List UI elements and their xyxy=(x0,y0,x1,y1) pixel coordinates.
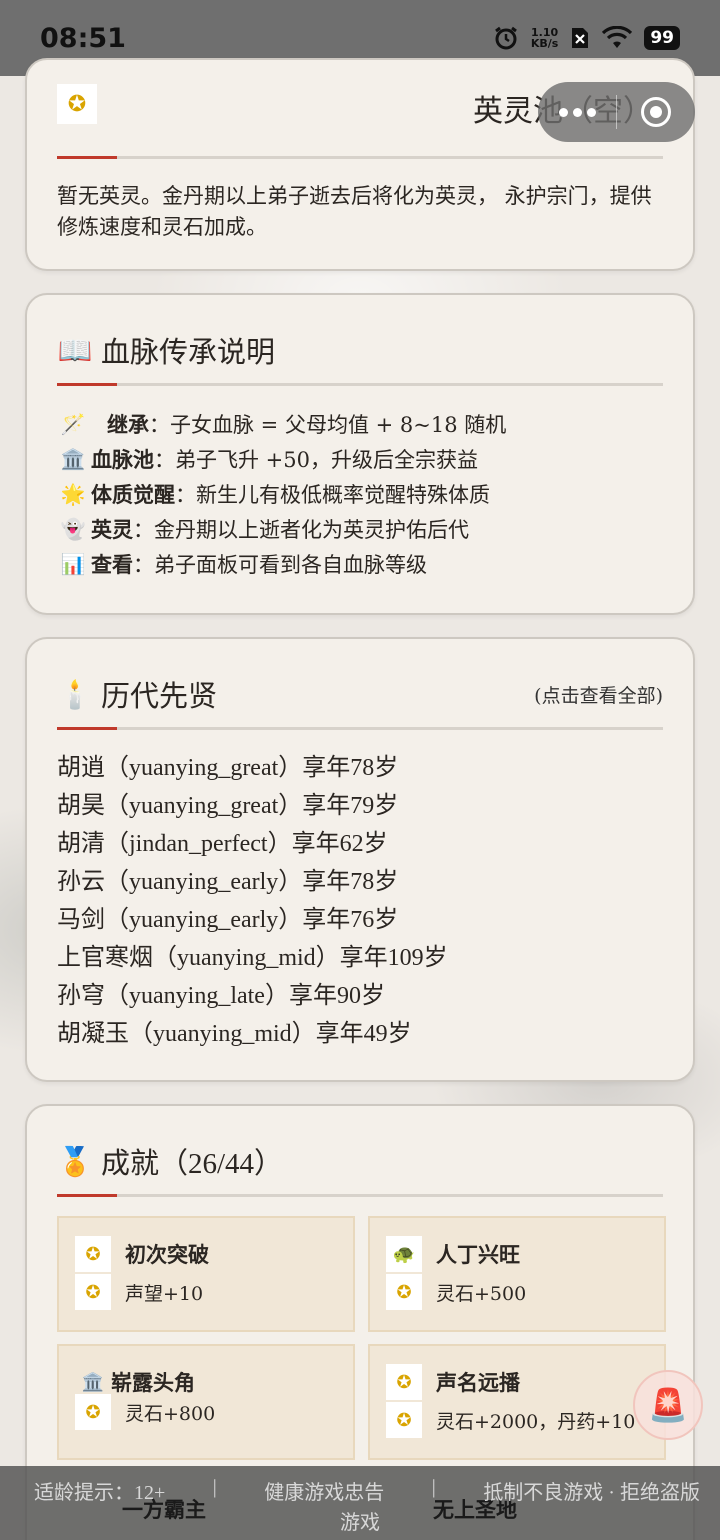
achievement-reward-row: ✪ 灵石+2000，丹药+10 xyxy=(386,1402,635,1438)
achievement-name: 人丁兴旺 xyxy=(436,1242,520,1267)
list-item: 孙云（yuanying_early）享年78岁 xyxy=(57,869,399,895)
past-sages-card[interactable]: 🕯️ 历代先贤 (点击查看全部) 胡逍（yuanying_great）享年78岁… xyxy=(25,637,695,1082)
achievement-reward: 灵石+2000，丹药+10 xyxy=(436,1410,636,1433)
glowing-star-icon: 🌟 xyxy=(60,481,86,506)
bloodline-title: 血脉传承说明 xyxy=(101,337,276,369)
achievement-tile[interactable]: 🏛️ 崭露头角 ✪ 灵石+800 xyxy=(57,1344,355,1460)
status-time: 08:51 xyxy=(40,22,126,54)
list-item: 胡清（jindan_perfect）享年62岁 xyxy=(57,831,388,857)
title-divider xyxy=(57,1194,663,1197)
list-item: 孙穹（yuanying_late）享年90岁 xyxy=(57,983,385,1009)
item-key: 查看 xyxy=(91,551,133,577)
alarm-button[interactable]: 🚨 xyxy=(633,1370,703,1440)
siren-icon: 🚨 xyxy=(648,1386,688,1424)
achievement-name: 初次突破 xyxy=(125,1242,209,1267)
item-key: 体质觉醒 xyxy=(91,481,175,507)
sages-list: 胡逍（yuanying_great）享年78岁 胡昊（yuanying_grea… xyxy=(57,749,448,1053)
item-text: ：子女血脉 = 父母均值 + 8~18 随机 xyxy=(149,412,507,437)
candle-icon: 🕯️ xyxy=(57,677,93,711)
achievement-header: 🐢 人丁兴旺 xyxy=(386,1236,520,1272)
bar-chart-icon: 📊 xyxy=(60,551,86,576)
item-text: ：弟子飞升 +50，升级后全宗获益 xyxy=(154,447,478,472)
item-key: 继承 xyxy=(107,411,149,437)
achievement-name: 声名远播 xyxy=(436,1370,520,1395)
view-all-link[interactable]: (点击查看全部) xyxy=(534,681,663,708)
list-item: 📊 查看 ：弟子面板可看到各自血脉等级 xyxy=(57,546,663,581)
close-button[interactable] xyxy=(617,97,695,127)
ghost-icon: 👻 xyxy=(60,516,86,541)
item-text: ：金丹期以上逝者化为英灵护佑后代 xyxy=(133,517,469,542)
star-badge-icon: ✪ xyxy=(386,1402,422,1438)
list-item: 上官寒烟（yuanying_mid）享年109岁 xyxy=(57,945,448,971)
medal-icon: 🏅 xyxy=(57,1144,93,1178)
footer-line-2: 游戏 xyxy=(340,1512,380,1534)
achievement-name: 崭露头角 xyxy=(111,1370,195,1395)
item-text: ：新生儿有极低概率觉醒特殊体质 xyxy=(175,482,490,507)
wifi-icon xyxy=(602,26,633,50)
footer-separator: | xyxy=(431,1476,436,1498)
achievement-reward: 灵石+800 xyxy=(125,1402,216,1425)
sages-header: 🕯️ 历代先贤 (点击查看全部) xyxy=(57,673,663,715)
title-divider xyxy=(57,156,663,159)
achievement-header: ✪ 声名远播 xyxy=(386,1364,520,1400)
bloodline-list: 🪄 继承 ：子女血脉 = 父母均值 + 8~18 随机 🏛️ 血脉池 ：弟子飞升… xyxy=(57,406,663,581)
status-icons: 1.10 KB/s 99 xyxy=(493,25,680,51)
more-menu-button[interactable] xyxy=(538,107,616,117)
health-advice: 健康游戏忠告 xyxy=(264,1482,385,1504)
achievement-reward-row: ✪ 灵石+500 xyxy=(386,1274,526,1310)
item-text: ：弟子面板可看到各自血脉等级 xyxy=(133,552,427,577)
temple-icon: 🏛️ xyxy=(60,446,86,471)
bloodline-header: 📖 血脉传承说明 xyxy=(57,329,663,371)
list-item: 胡逍（yuanying_great）享年78岁 xyxy=(57,755,399,781)
no-sim-icon xyxy=(570,26,590,50)
network-speed: 1.10 KB/s xyxy=(531,27,558,49)
achievement-reward-row: ✪ 声望+10 xyxy=(75,1274,203,1310)
star-badge-icon: ✪ xyxy=(386,1274,422,1310)
mini-program-capsule xyxy=(538,82,695,142)
title-divider xyxy=(57,383,663,386)
list-item: 马剑（yuanying_early）享年76岁 xyxy=(57,907,399,933)
list-item: 🌟 体质觉醒 ：新生儿有极低概率觉醒特殊体质 xyxy=(57,476,663,511)
anti-piracy-slogan: 抵制不良游戏 · 拒绝盗版 xyxy=(483,1482,700,1504)
star-badge-icon: ✪ xyxy=(75,1236,111,1272)
list-item: 🏛️ 血脉池 ：弟子飞升 +50，升级后全宗获益 xyxy=(57,441,663,476)
list-item: 👻 英灵 ：金丹期以上逝者化为英灵护佑后代 xyxy=(57,511,663,546)
sages-title: 历代先贤 xyxy=(101,681,218,713)
achievement-reward-row: ✪ 灵石+800 xyxy=(75,1394,215,1430)
alarm-clock-icon xyxy=(493,25,519,51)
list-item: 胡凝玉（yuanying_mid）享年49岁 xyxy=(57,1021,412,1047)
bloodline-card: 📖 血脉传承说明 🪄 继承 ：子女血脉 = 父母均值 + 8~18 随机 🏛️ … xyxy=(25,293,695,615)
footer-line: 适龄提示：12+ | 健康游戏忠告 | 抵制不良游戏 · 拒绝盗版 xyxy=(34,1476,700,1505)
star-badge-icon: ✪ xyxy=(75,1274,111,1310)
item-key: 血脉池 xyxy=(91,446,154,472)
achievement-reward: 灵石+500 xyxy=(436,1282,527,1305)
book-icon: 📖 xyxy=(57,333,93,367)
health-notice-footer: 一方霸主 无上圣地 适龄提示：12+ | 健康游戏忠告 | 抵制不良游戏 · 拒… xyxy=(0,1466,720,1540)
star-badge-icon: ✪ xyxy=(75,1394,111,1430)
age-hint: 适龄提示：12+ xyxy=(34,1482,166,1504)
list-item: 胡昊（yuanying_great）享年79岁 xyxy=(57,793,399,819)
star-badge-icon: ✪ xyxy=(57,84,97,124)
item-key: 英灵 xyxy=(91,516,133,542)
achievement-header: ✪ 初次突破 xyxy=(75,1236,209,1272)
turtle-icon: 🐢 xyxy=(386,1236,422,1272)
network-speed-unit: KB/s xyxy=(530,37,559,50)
achievement-tile[interactable]: ✪ 初次突破 ✪ 声望+10 xyxy=(57,1216,355,1332)
achievement-tile[interactable]: ✪ 声名远播 ✪ 灵石+2000，丹药+10 xyxy=(368,1344,666,1460)
battery-indicator: 99 xyxy=(644,26,680,50)
footer-separator: | xyxy=(212,1476,217,1498)
star-badge-icon: ✪ xyxy=(386,1364,422,1400)
hero-pool-description: 暂无英灵。金丹期以上弟子逝去后将化为英灵， 永护宗门，提供修炼速度和灵石加成。 xyxy=(57,184,652,239)
list-item: 🪄 继承 ：子女血脉 = 父母均值 + 8~18 随机 xyxy=(57,406,663,441)
achievements-title: 成就（26/44） xyxy=(101,1148,284,1180)
close-target-icon xyxy=(641,97,671,127)
title-divider xyxy=(57,727,663,730)
achievements-header: 🏅 成就（26/44） xyxy=(57,1140,663,1182)
achievement-reward: 声望+10 xyxy=(125,1282,204,1305)
achievement-tile[interactable]: 🐢 人丁兴旺 ✪ 灵石+500 xyxy=(368,1216,666,1332)
wand-icon: 🪄 xyxy=(60,411,86,436)
